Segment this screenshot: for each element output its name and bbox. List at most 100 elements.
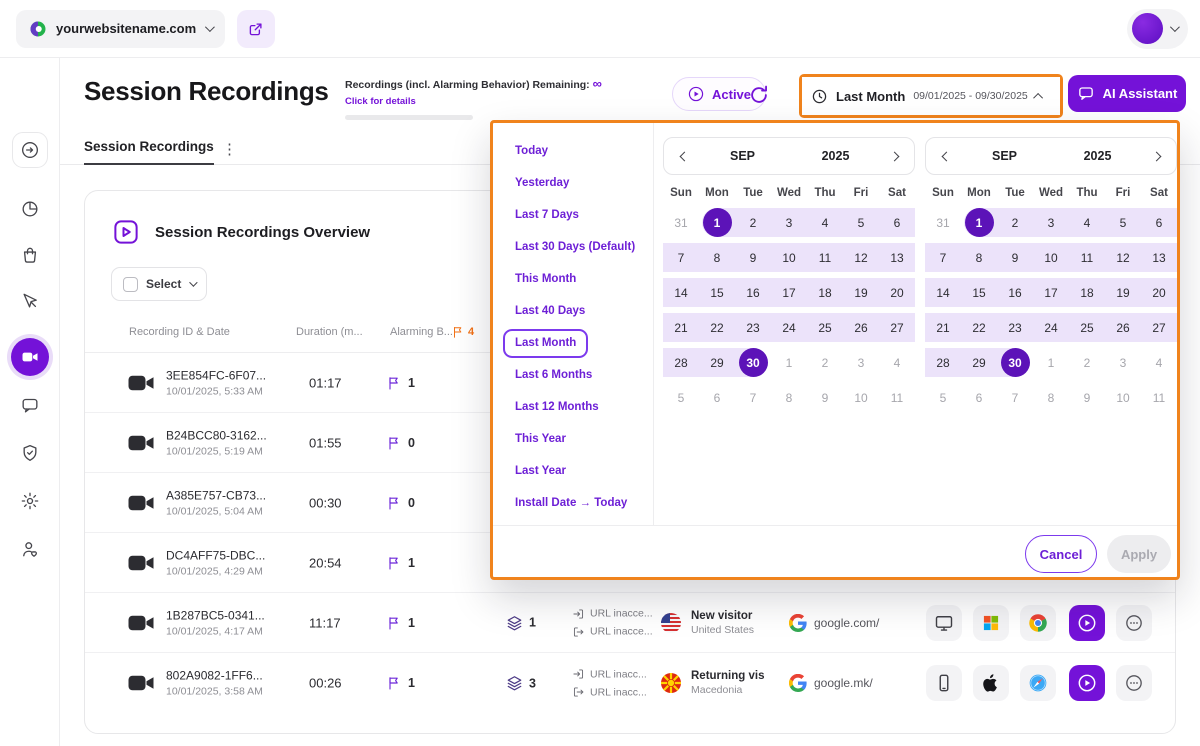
calendar-day[interactable]: 2 (1069, 345, 1105, 380)
calendar-day[interactable]: 15 (699, 275, 735, 310)
calendar-day[interactable]: 3 (843, 345, 879, 380)
calendar-day[interactable]: 30 (997, 345, 1033, 380)
calendar-day[interactable]: 29 (961, 345, 997, 380)
table-row[interactable]: 1B287BC5-0341... 10/01/2025, 4:17 AM 11:… (85, 593, 1175, 653)
calendar-day[interactable]: 1 (961, 205, 997, 240)
next-month-button[interactable] (1144, 144, 1168, 168)
calendar-day[interactable]: 12 (1105, 240, 1141, 275)
calendar-day[interactable]: 6 (699, 380, 735, 415)
datepicker-preset-last-6-months[interactable]: Last 6 Months (503, 361, 604, 390)
sidebar-item-store[interactable] (11, 236, 49, 274)
calendar-day[interactable]: 11 (1069, 240, 1105, 275)
calendar-day[interactable]: 14 (663, 275, 699, 310)
checkbox[interactable] (123, 277, 138, 292)
calendar-day[interactable]: 15 (961, 275, 997, 310)
calendar-day[interactable]: 28 (663, 345, 699, 380)
datepicker-preset-last-40-days[interactable]: Last 40 Days (503, 297, 597, 326)
calendar-day[interactable]: 8 (1033, 380, 1069, 415)
calendar-day[interactable]: 17 (1033, 275, 1069, 310)
calendar-day[interactable]: 21 (663, 310, 699, 345)
calendar-day[interactable]: 7 (997, 380, 1033, 415)
calendar-day[interactable]: 4 (1069, 205, 1105, 240)
website-selector[interactable]: yourwebsitename.com (16, 10, 225, 48)
prev-month-button[interactable] (672, 144, 696, 168)
calendar-day[interactable]: 5 (925, 380, 961, 415)
calendar-day[interactable]: 5 (843, 205, 879, 240)
sidebar-item-analytics[interactable] (11, 190, 49, 228)
calendar-day[interactable]: 18 (1069, 275, 1105, 310)
calendar-day[interactable]: 13 (879, 240, 915, 275)
calendar-day[interactable]: 26 (843, 310, 879, 345)
calendar-day[interactable]: 31 (925, 205, 961, 240)
calendar-day[interactable]: 19 (1105, 275, 1141, 310)
calendar-day[interactable]: 10 (1105, 380, 1141, 415)
apply-button[interactable]: Apply (1107, 535, 1171, 573)
calendar-day[interactable]: 4 (1141, 345, 1177, 380)
next-month-button[interactable] (882, 144, 906, 168)
table-row[interactable]: 802A9082-1FF6... 10/01/2025, 3:58 AM 00:… (85, 653, 1175, 713)
calendar-day[interactable]: 26 (1105, 310, 1141, 345)
video-recording-icon[interactable] (126, 548, 156, 578)
datepicker-preset-last-30-days-default[interactable]: Last 30 Days (Default) (503, 233, 647, 262)
calendar-day[interactable]: 3 (771, 205, 807, 240)
datepicker-preset-this-year[interactable]: This Year (503, 425, 578, 454)
refresh-button[interactable] (748, 84, 770, 106)
calendar-day[interactable]: 28 (925, 345, 961, 380)
cancel-button[interactable]: Cancel (1025, 535, 1097, 573)
sidebar-item-behavior[interactable] (11, 282, 49, 320)
calendar-day[interactable]: 1 (771, 345, 807, 380)
calendar-day[interactable]: 20 (879, 275, 915, 310)
calendar-day[interactable]: 16 (735, 275, 771, 310)
calendar-day[interactable]: 7 (925, 240, 961, 275)
calendar-day[interactable]: 24 (1033, 310, 1069, 345)
calendar-day[interactable]: 25 (807, 310, 843, 345)
calendar-day[interactable]: 10 (843, 380, 879, 415)
row-menu-button[interactable] (1116, 605, 1152, 641)
sidebar-item-profile[interactable] (11, 530, 49, 568)
calendar-day[interactable]: 9 (1069, 380, 1105, 415)
calendar-day[interactable]: 2 (807, 345, 843, 380)
datepicker-preset-yesterday[interactable]: Yesterday (503, 169, 581, 198)
calendar-day[interactable]: 20 (1141, 275, 1177, 310)
calendar-day[interactable]: 22 (699, 310, 735, 345)
calendar-day[interactable]: 3 (1105, 345, 1141, 380)
datepicker-preset-this-month[interactable]: This Month (503, 265, 588, 294)
sidebar-item-security[interactable] (11, 434, 49, 472)
calendar-day[interactable]: 14 (925, 275, 961, 310)
calendar-day[interactable]: 11 (807, 240, 843, 275)
row-menu-button[interactable] (1116, 665, 1152, 701)
calendar-day[interactable]: 19 (843, 275, 879, 310)
column-alarming[interactable]: Alarming B... (390, 326, 453, 338)
calendar-day[interactable]: 8 (699, 240, 735, 275)
calendar-day[interactable]: 5 (663, 380, 699, 415)
datepicker-preset-last-year[interactable]: Last Year (503, 457, 578, 486)
date-range-button[interactable]: Last Month 09/01/2025 - 09/30/2025 (802, 77, 1060, 115)
ai-assistant-button[interactable]: AI Assistant (1068, 75, 1186, 112)
calendar-day[interactable]: 23 (735, 310, 771, 345)
video-recording-icon[interactable] (126, 428, 156, 458)
calendar-day[interactable]: 27 (1141, 310, 1177, 345)
calendar-day[interactable]: 9 (735, 240, 771, 275)
calendar-day[interactable]: 5 (1105, 205, 1141, 240)
sidebar-item-settings[interactable] (11, 482, 49, 520)
calendar-day[interactable]: 27 (879, 310, 915, 345)
calendar-day[interactable]: 9 (997, 240, 1033, 275)
calendar-day[interactable]: 6 (1141, 205, 1177, 240)
play-button[interactable] (1069, 605, 1105, 641)
calendar-day[interactable]: 8 (961, 240, 997, 275)
calendar-day[interactable]: 13 (1141, 240, 1177, 275)
account-menu[interactable] (1127, 9, 1188, 49)
calendar-day[interactable]: 2 (735, 205, 771, 240)
play-button[interactable] (1069, 665, 1105, 701)
video-recording-icon[interactable] (126, 488, 156, 518)
tab-session-recordings[interactable]: Session Recordings (84, 139, 214, 165)
sidebar-item-collapse[interactable] (12, 132, 48, 168)
calendar-day[interactable]: 1 (699, 205, 735, 240)
calendar-day[interactable]: 4 (879, 345, 915, 380)
calendar-day[interactable]: 16 (997, 275, 1033, 310)
calendar-day[interactable]: 12 (843, 240, 879, 275)
calendar-day[interactable]: 25 (1069, 310, 1105, 345)
calendar-day[interactable]: 29 (699, 345, 735, 380)
prev-month-button[interactable] (934, 144, 958, 168)
calendar-day[interactable]: 4 (807, 205, 843, 240)
